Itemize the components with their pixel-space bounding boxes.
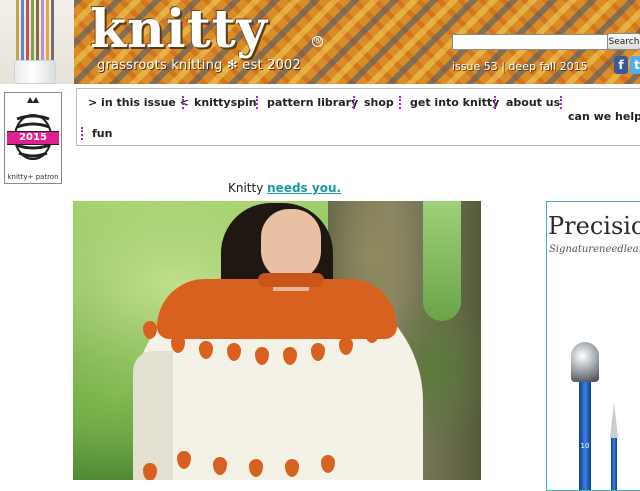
knitty-needs-you: Knitty needs you. <box>228 181 341 195</box>
nav-get-into-knitty[interactable]: get into knitty <box>410 96 499 109</box>
nav-shop[interactable]: shop <box>364 96 394 109</box>
ad-subtitle: Signatureneedlearts.com <box>549 244 640 255</box>
search-button[interactable]: Search <box>607 33 640 50</box>
needle-size-label: 10 <box>580 442 590 450</box>
knitting-needle-tip-icon <box>609 402 619 490</box>
nav-separator <box>399 96 403 109</box>
site-header: knitty ® grassroots knitting ✻ est 2002 … <box>0 0 640 84</box>
yarn-ball-icon <box>14 97 52 160</box>
signature-needles-ad[interactable]: Precision Signatureneedlearts.com 10 <box>546 201 640 491</box>
patron-year: 2015 <box>7 131 59 145</box>
nav-separator <box>494 96 498 109</box>
search-input[interactable] <box>452 34 608 50</box>
nav-fun[interactable]: fun <box>92 127 112 140</box>
nav-pattern-library[interactable]: pattern library <box>267 96 358 109</box>
knitting-needle-icon: 10 <box>571 342 599 490</box>
main-navigation: > in this issue < knittyspin pattern lib… <box>76 88 640 146</box>
needs-you-link[interactable]: needs you. <box>267 181 341 195</box>
issue-label[interactable]: issue 53 | deep fall 2015 <box>452 60 588 73</box>
ad-title: Precision <box>548 212 640 240</box>
nav-in-this-issue[interactable]: > in this issue < <box>88 96 189 109</box>
needs-prefix: Knitty <box>228 181 268 195</box>
featured-sweater-photo[interactable] <box>73 201 481 480</box>
facebook-icon[interactable]: f <box>614 56 628 74</box>
nav-separator <box>353 96 357 109</box>
knitty-logo[interactable]: knitty <box>90 0 268 60</box>
twitter-icon[interactable]: t <box>630 56 640 74</box>
nav-separator <box>256 96 260 109</box>
header-banner: knitty ® grassroots knitting ✻ est 2002 … <box>74 0 640 84</box>
registered-mark: ® <box>312 36 323 47</box>
nav-separator <box>81 127 85 140</box>
nav-separator <box>560 96 564 109</box>
knitting-needles-photo <box>0 0 74 84</box>
nav-can-we-help[interactable]: can we help? <box>568 110 640 123</box>
patron-badge[interactable]: 2015 knitty+ patron <box>4 92 62 184</box>
patron-label: knitty+ patron <box>7 173 59 181</box>
nav-separator <box>182 96 186 109</box>
nav-knittyspin[interactable]: knittyspin <box>194 96 257 109</box>
nav-about-us[interactable]: about us <box>506 96 560 109</box>
site-tagline: grassroots knitting ✻ est 2002 <box>97 58 301 73</box>
